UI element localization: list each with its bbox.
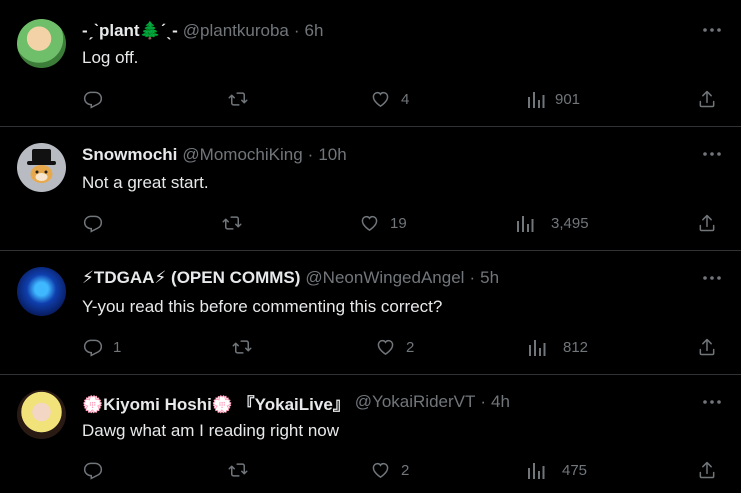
tweet[interactable]: Snowmochi @MomochiKing · 10h Not a great…: [0, 127, 741, 251]
user-handle[interactable]: @plantkuroba: [183, 21, 289, 41]
reply-button[interactable]: [83, 89, 113, 109]
more-options-icon[interactable]: [701, 392, 723, 412]
separator-dot: ·: [480, 392, 487, 411]
retweet-icon: [228, 463, 248, 477]
tweet-header: 💮Kiyomi Hoshi💮 『YokaiLive』 @YokaiRiderVT…: [82, 390, 510, 415]
share-icon: [699, 338, 715, 356]
display-name[interactable]: Snowmochi: [82, 145, 177, 165]
share-icon: [699, 214, 715, 232]
tweet-feed: -ˏˋplant🌲ˊˎ- @plantkuroba · 6h Log off. …: [0, 0, 741, 493]
display-name[interactable]: 💮Kiyomi Hoshi💮 『YokaiLive』: [82, 390, 350, 415]
views-icon: [529, 340, 546, 356]
more-options-icon[interactable]: [701, 144, 723, 164]
tweet-header: ⚡TDGAA⚡ (OPEN COMMS) @NeonWingedAngel · …: [82, 268, 499, 288]
share-button[interactable]: [697, 337, 717, 357]
tweet-header: -ˏˋplant🌲ˊˎ- @plantkuroba · 6h: [82, 21, 323, 41]
tweet-text: Y-you read this before commenting this c…: [82, 297, 443, 316]
retweet-button[interactable]: [227, 460, 259, 480]
reply-button[interactable]: [83, 213, 113, 233]
like-count: 2: [401, 461, 410, 479]
retweet-button[interactable]: [221, 213, 253, 233]
view-count: 475: [562, 461, 588, 479]
timestamp[interactable]: 5h: [480, 268, 499, 288]
timestamp[interactable]: 6h: [305, 21, 324, 41]
heart-icon: [361, 215, 378, 231]
share-button[interactable]: [697, 460, 717, 480]
views-icon: [517, 216, 534, 232]
avatar[interactable]: [17, 19, 66, 68]
reply-button[interactable]: 1: [83, 337, 121, 357]
like-button[interactable]: 4: [370, 89, 409, 109]
share-icon: [699, 461, 715, 479]
tweet-header: Snowmochi @MomochiKing · 10h: [82, 145, 347, 165]
reply-count: 1: [113, 338, 122, 356]
separator-dot: ·: [307, 145, 314, 164]
like-count: 4: [401, 90, 410, 108]
heart-icon: [377, 339, 394, 355]
retweet-button[interactable]: [227, 89, 259, 109]
display-name[interactable]: ⚡TDGAA⚡ (OPEN COMMS): [82, 268, 300, 288]
tweet-text: Dawg what am I reading right now: [82, 421, 340, 440]
user-handle[interactable]: @NeonWingedAngel: [305, 268, 464, 288]
display-name[interactable]: -ˏˋplant🌲ˊˎ-: [82, 21, 178, 41]
like-count: 19: [390, 214, 407, 232]
retweet-icon: [228, 92, 248, 106]
view-count: 3,495: [551, 214, 589, 232]
like-button[interactable]: 2: [370, 460, 409, 480]
like-button[interactable]: 19: [359, 213, 407, 233]
timestamp[interactable]: 10h: [318, 145, 346, 165]
reply-button[interactable]: [83, 460, 113, 480]
tweet-text: Log off.: [82, 48, 139, 67]
reply-icon: [83, 91, 103, 109]
view-count: 812: [563, 338, 589, 356]
user-handle[interactable]: @MomochiKing: [182, 145, 302, 165]
more-options-icon[interactable]: [701, 20, 723, 40]
views-button[interactable]: 901: [527, 89, 580, 109]
reply-icon: [83, 462, 103, 480]
heart-icon: [372, 462, 389, 478]
retweet-icon: [222, 216, 242, 230]
views-button[interactable]: 3,495: [516, 213, 589, 233]
separator-dot: ·: [293, 21, 300, 40]
share-button[interactable]: [697, 213, 717, 233]
tweet[interactable]: ⚡TDGAA⚡ (OPEN COMMS) @NeonWingedAngel · …: [0, 251, 741, 375]
retweet-button[interactable]: [231, 337, 263, 357]
like-count: 2: [406, 338, 415, 356]
tweet-text: Not a great start.: [82, 173, 209, 192]
avatar[interactable]: [17, 143, 66, 192]
view-count: 901: [555, 90, 581, 108]
avatar[interactable]: [17, 390, 66, 439]
retweet-icon: [232, 340, 252, 354]
heart-icon: [372, 91, 389, 107]
reply-icon: [83, 339, 103, 357]
user-handle[interactable]: @YokaiRiderVT: [355, 392, 476, 412]
tweet[interactable]: -ˏˋplant🌲ˊˎ- @plantkuroba · 6h Log off. …: [0, 0, 741, 127]
tweet[interactable]: 💮Kiyomi Hoshi💮 『YokaiLive』 @YokaiRiderVT…: [0, 375, 741, 493]
separator-dot: ·: [469, 268, 476, 287]
avatar[interactable]: [17, 267, 66, 316]
share-icon: [699, 90, 715, 108]
more-options-icon[interactable]: [701, 268, 723, 288]
views-button[interactable]: 475: [527, 460, 587, 480]
views-button[interactable]: 812: [528, 337, 588, 357]
views-icon: [528, 463, 545, 479]
share-button[interactable]: [697, 89, 717, 109]
views-icon: [528, 92, 545, 108]
like-button[interactable]: 2: [375, 337, 414, 357]
reply-icon: [83, 215, 103, 233]
timestamp[interactable]: 4h: [491, 392, 510, 412]
